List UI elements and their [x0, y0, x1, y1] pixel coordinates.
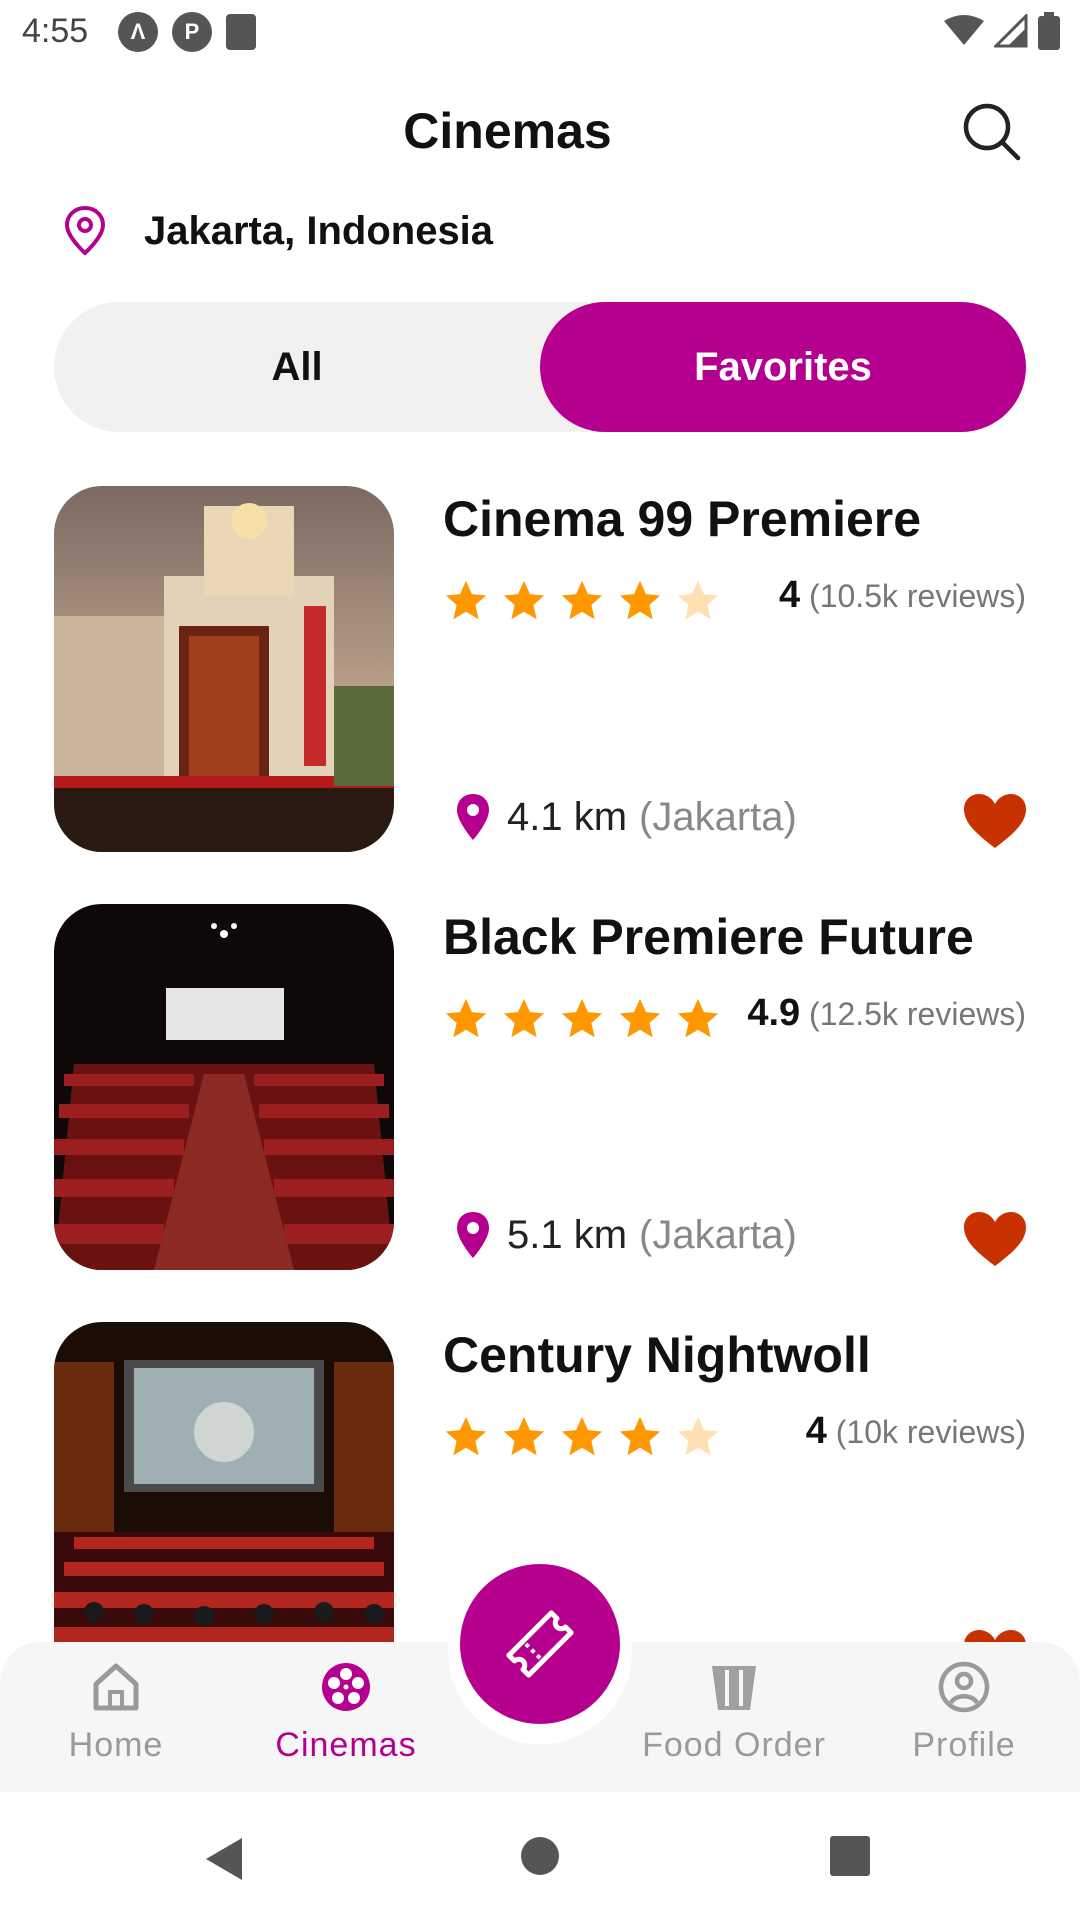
cinema-card[interactable]: Cinema 99 Premiere 4 (10.5k reviews) 4.1…	[0, 486, 1080, 856]
film-reel-icon	[322, 1663, 370, 1711]
location-selector[interactable]: Jakarta, Indonesia	[62, 205, 493, 257]
nav-item-profile[interactable]: Profile	[864, 1660, 1064, 1765]
location-text: Jakarta, Indonesia	[144, 208, 494, 253]
cinema-name: Century Nightwoll	[443, 1327, 871, 1383]
home-circle-icon[interactable]	[520, 1836, 560, 1876]
search-button[interactable]	[960, 100, 1024, 164]
filter-segmented-control: All Favorites	[54, 302, 1026, 432]
distance-city: (Jakarta)	[639, 794, 797, 839]
system-navigation-bar	[0, 1792, 1080, 1920]
status-icons-right	[944, 12, 1060, 50]
cinema-thumbnail	[54, 1322, 394, 1646]
search-icon	[963, 103, 1021, 161]
location-pin-icon	[457, 1212, 489, 1258]
location-pin-icon	[64, 205, 106, 256]
cinema-list[interactable]: Cinema 99 Premiere 4 (10.5k reviews) 4.1…	[0, 486, 1080, 1646]
p-icon: P	[172, 12, 212, 52]
tab-all[interactable]: All	[54, 302, 540, 432]
star-rating	[443, 1414, 721, 1460]
cinema-thumbnail	[54, 486, 394, 852]
review-count: (12.5k reviews)	[809, 996, 1026, 1032]
cinema-card[interactable]: Black Premiere Future 4.9 (12.5k reviews…	[0, 904, 1080, 1274]
favorite-heart-icon[interactable]	[962, 792, 1028, 850]
star-filled-icon	[677, 998, 719, 1038]
a-icon: Λ	[118, 12, 158, 52]
nav-item-home[interactable]: Home	[16, 1660, 216, 1765]
rating-value: 4	[805, 1410, 827, 1452]
status-time: 4:55	[22, 12, 89, 50]
rating-summary: 4.9 (12.5k reviews)	[747, 992, 1026, 1035]
nav-item-cinemas[interactable]: Cinemas	[246, 1660, 446, 1765]
star-filled-icon	[619, 1416, 661, 1456]
profile-icon	[938, 1661, 990, 1713]
star-rating	[443, 996, 721, 1042]
star-empty-icon	[677, 580, 719, 620]
status-bar: 4:55 Λ P	[0, 0, 1080, 64]
rating-summary: 4 (10k reviews)	[806, 1410, 1026, 1453]
star-filled-icon	[561, 998, 603, 1038]
star-filled-icon	[561, 1416, 603, 1456]
cinema-name: Black Premiere Future	[443, 909, 974, 965]
star-empty-icon	[677, 1416, 719, 1456]
rating-value: 4.9	[747, 992, 801, 1034]
home-icon	[93, 1663, 139, 1711]
page-title: Cinemas	[403, 103, 612, 159]
location-pin-icon	[457, 794, 489, 840]
cinema-thumbnail	[54, 904, 394, 1270]
nav-label: Profile	[912, 1726, 1016, 1764]
star-filled-icon	[503, 580, 545, 620]
star-filled-icon	[445, 998, 487, 1038]
distance-value: 5.1 km	[507, 1212, 628, 1257]
favorite-heart-icon[interactable]	[962, 1210, 1028, 1268]
distance-info: 5.1 km (Jakarta)	[455, 1210, 797, 1260]
cinema-name: Cinema 99 Premiere	[443, 491, 922, 547]
wifi-icon	[944, 15, 984, 45]
star-filled-icon	[445, 1416, 487, 1456]
review-count: (10.5k reviews)	[809, 578, 1026, 614]
status-icons-left: Λ P	[118, 12, 256, 52]
ticket-icon	[506, 1610, 574, 1678]
rating-value: 4	[779, 574, 801, 616]
nav-label: Cinemas	[275, 1726, 417, 1764]
sd-card-icon	[226, 14, 256, 50]
star-filled-icon	[503, 1416, 545, 1456]
star-filled-icon	[619, 580, 661, 620]
distance-value: 4.1 km	[507, 794, 628, 839]
nav-label: Food Order	[642, 1726, 826, 1764]
rating-summary: 4 (10.5k reviews)	[779, 574, 1026, 617]
distance-city: (Jakarta)	[639, 1212, 797, 1257]
star-filled-icon	[561, 580, 603, 620]
star-rating	[443, 578, 721, 624]
star-filled-icon	[445, 580, 487, 620]
tab-favorites[interactable]: Favorites	[540, 302, 1026, 432]
back-icon[interactable]	[204, 1836, 244, 1882]
star-filled-icon	[503, 998, 545, 1038]
battery-icon	[1038, 12, 1060, 50]
star-filled-icon	[619, 998, 661, 1038]
review-count: (10k reviews)	[835, 1414, 1026, 1450]
nav-item-food-order[interactable]: Food Order	[634, 1660, 834, 1765]
recents-icon[interactable]	[830, 1836, 870, 1876]
distance-info: 4.1 km (Jakarta)	[455, 792, 797, 842]
nav-label: Home	[68, 1726, 164, 1764]
signal-icon	[994, 14, 1028, 48]
tickets-fab-button[interactable]	[460, 1564, 620, 1724]
popcorn-icon	[712, 1666, 756, 1710]
